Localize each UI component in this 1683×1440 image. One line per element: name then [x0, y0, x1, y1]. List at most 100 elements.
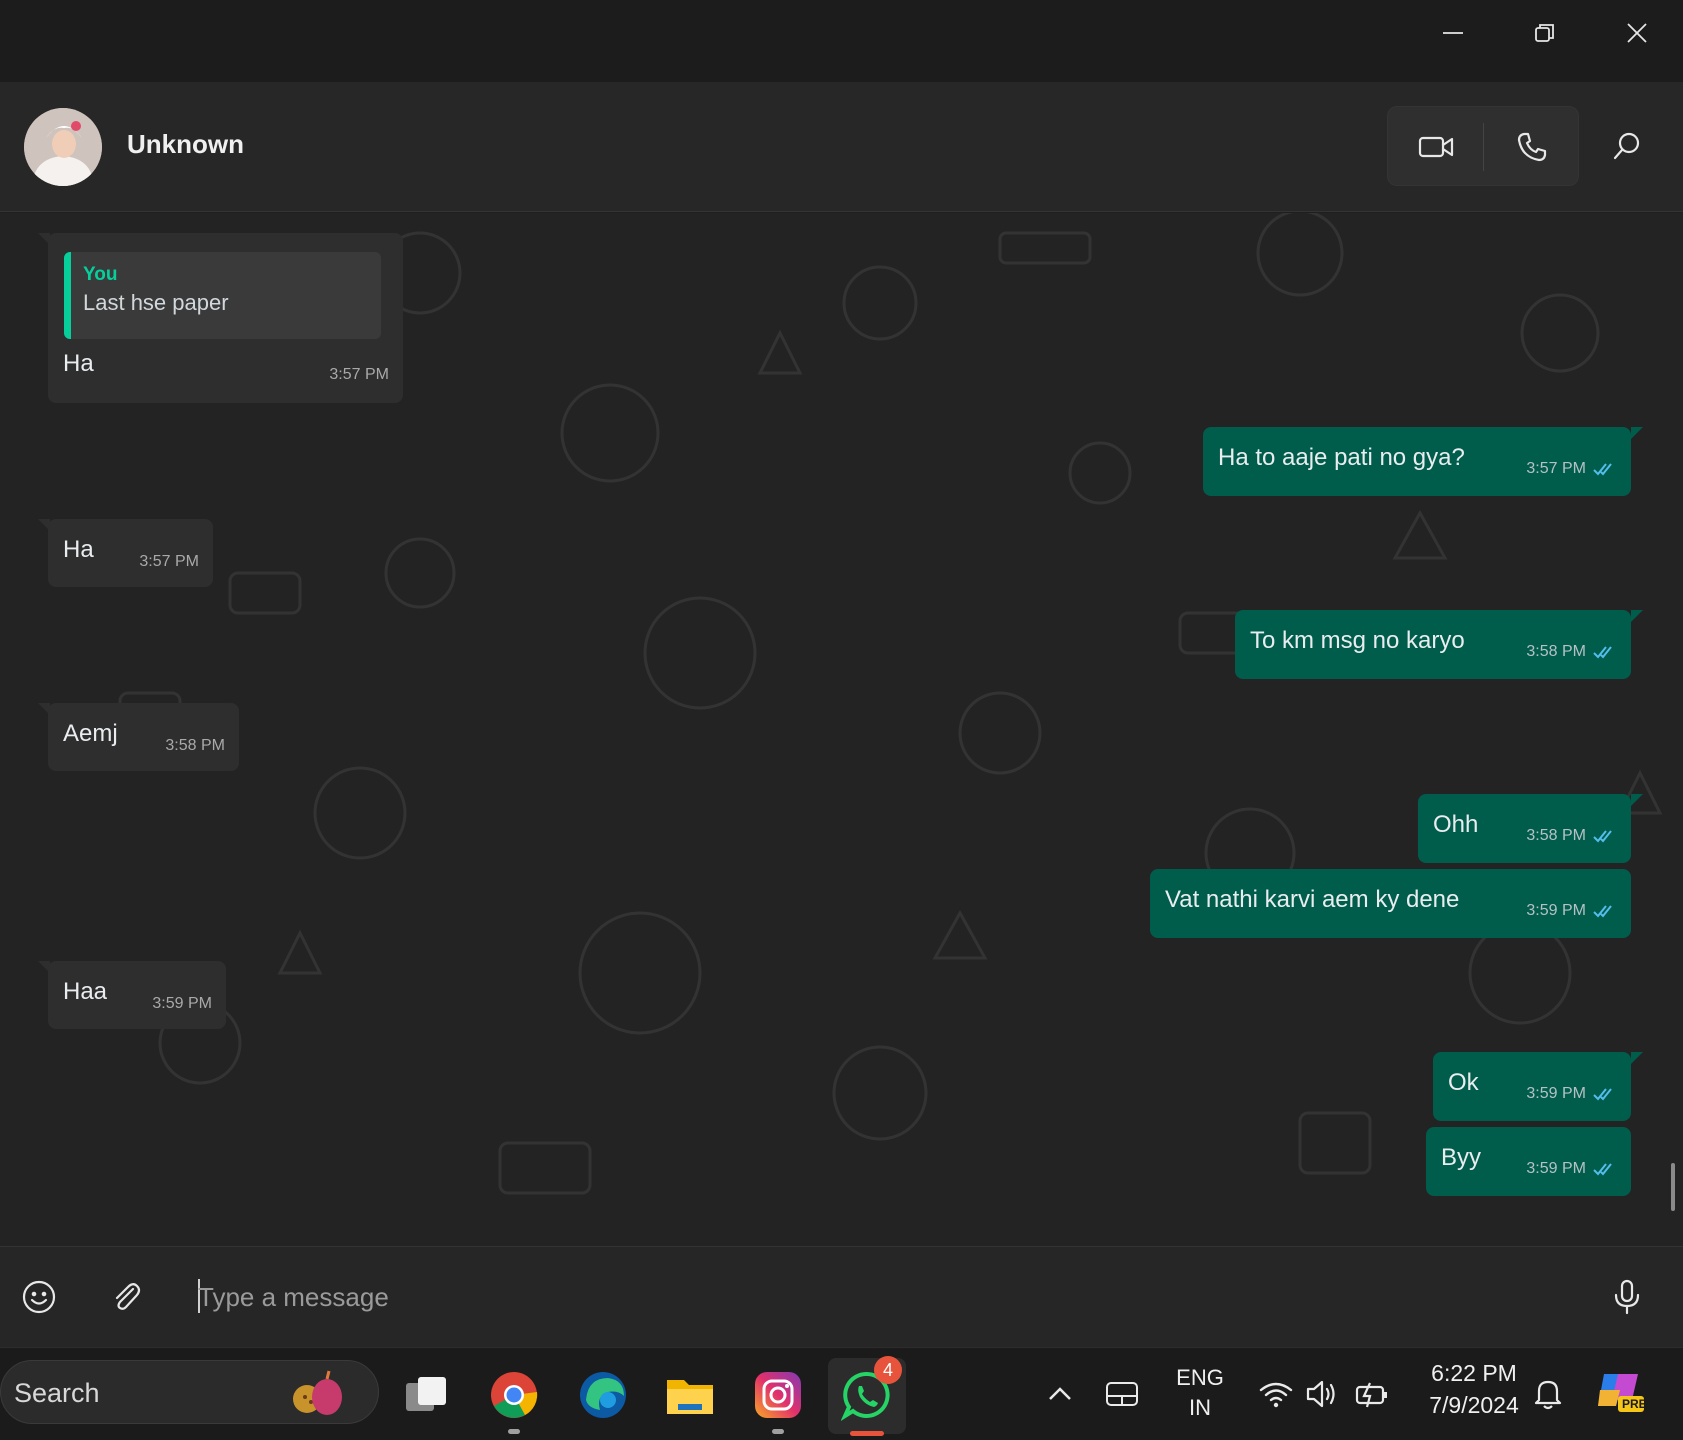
chevron-up-icon — [1049, 1387, 1071, 1400]
running-indicator — [772, 1429, 784, 1434]
taskbar-edge[interactable] — [570, 1362, 636, 1428]
running-indicator — [508, 1429, 520, 1434]
read-ticks-icon — [1593, 1163, 1612, 1176]
read-ticks-icon — [1593, 646, 1612, 659]
taskbar-file-explorer[interactable] — [657, 1362, 723, 1428]
chat-search-button[interactable] — [1587, 106, 1667, 186]
message-time: 3:59 PM — [1526, 1085, 1586, 1102]
battery-status[interactable] — [1352, 1374, 1392, 1414]
message-outgoing[interactable]: To km msg no karyo 3:58 PM — [1235, 610, 1643, 679]
message-time: 3:59 PM — [1526, 902, 1586, 919]
show-hidden-icons-button[interactable] — [1042, 1376, 1078, 1412]
message-incoming[interactable]: Haa 3:59 PM — [38, 961, 226, 1029]
message-list[interactable]: You Last hse paper Ha 3:57 PM Ha to aaje… — [0, 213, 1683, 1246]
clock-date: 7/9/2024 — [1429, 1392, 1519, 1418]
video-call-button[interactable] — [1388, 107, 1484, 187]
close-button[interactable] — [1591, 0, 1683, 66]
message-input[interactable] — [198, 1269, 1578, 1325]
bell-icon — [1534, 1380, 1562, 1410]
quoted-message[interactable]: You Last hse paper — [64, 252, 381, 339]
bubble-tail — [1631, 427, 1643, 439]
minimize-icon — [1443, 32, 1463, 34]
clock[interactable]: 6:22 PM 7/9/2024 — [1418, 1360, 1530, 1419]
task-view-icon — [406, 1377, 446, 1411]
copilot-button[interactable]: PRE — [1592, 1364, 1648, 1420]
voice-call-button[interactable] — [1484, 107, 1580, 187]
battery-charging-icon — [1355, 1382, 1387, 1408]
restore-button[interactable] — [1499, 0, 1591, 66]
message-text: To km msg no karyo — [1250, 627, 1465, 654]
message-time: 3:57 PM — [329, 366, 389, 383]
message-outgoing[interactable]: Ohh 3:58 PM — [1418, 794, 1643, 863]
volume-icon — [1306, 1380, 1335, 1408]
contact-name[interactable]: Unknown — [127, 129, 244, 160]
keyboard-icon — [1106, 1382, 1138, 1406]
message-time: 3:59 PM — [152, 995, 212, 1012]
quote-bar — [64, 252, 71, 339]
clock-time: 6:22 PM — [1431, 1360, 1517, 1386]
chat-header: Unknown — [0, 82, 1683, 212]
wifi-icon — [1259, 1382, 1293, 1408]
search-highlight-icon — [293, 1370, 342, 1415]
title-bar — [0, 0, 1683, 82]
message-incoming[interactable]: Ha 3:57 PM — [38, 519, 213, 587]
task-view-button[interactable] — [394, 1362, 460, 1428]
touch-keyboard-button[interactable] — [1102, 1376, 1142, 1412]
message-outgoing[interactable]: Vat nathi karvi aem ky dene 3:59 PM — [1150, 869, 1631, 938]
taskbar-instagram[interactable] — [745, 1362, 811, 1434]
notifications-button[interactable] — [1528, 1374, 1568, 1414]
language-indicator[interactable]: ENG IN — [1170, 1365, 1230, 1421]
video-camera-icon — [1418, 136, 1454, 158]
call-button-group — [1387, 106, 1579, 186]
quote-author: You — [83, 264, 118, 285]
message-time: 3:58 PM — [1526, 643, 1586, 660]
restore-icon — [1535, 24, 1554, 42]
notification-badge: 4 — [874, 1356, 902, 1384]
chrome-icon — [491, 1372, 538, 1418]
scrollbar-thumb[interactable] — [1671, 1163, 1675, 1211]
read-ticks-icon — [1593, 1088, 1612, 1101]
edge-icon — [580, 1372, 626, 1418]
bubble-tail — [1631, 610, 1643, 622]
message-text: Vat nathi karvi aem ky dene — [1165, 886, 1460, 913]
wifi-status[interactable] — [1256, 1374, 1296, 1414]
message-text: Haa — [63, 978, 108, 1005]
message-outgoing[interactable]: Ok 3:59 PM — [1433, 1052, 1643, 1121]
instagram-icon — [755, 1372, 801, 1418]
avatar[interactable] — [24, 108, 102, 186]
active-indicator — [850, 1431, 884, 1436]
taskbar-search-label: Search — [14, 1378, 100, 1408]
read-ticks-icon — [1593, 830, 1612, 843]
taskbar-search[interactable]: Search — [0, 1360, 379, 1424]
taskbar: Search 4 ENG IN 6:22 PM 7/9/2024 PRE — [0, 1347, 1683, 1440]
message-text: Ha to aaje pati no gya? — [1218, 444, 1465, 471]
quote-text: Last hse paper — [83, 290, 229, 315]
copilot-badge-label: PRE — [1622, 1397, 1647, 1411]
message-outgoing[interactable]: Ha to aaje pati no gya? 3:57 PM — [1203, 427, 1643, 496]
voice-message-button[interactable] — [1603, 1273, 1651, 1321]
emoji-icon — [22, 1280, 56, 1314]
bubble-tail — [1631, 794, 1643, 806]
message-text: Byy — [1441, 1144, 1482, 1171]
message-text: Ok — [1448, 1069, 1479, 1096]
language-region: IN — [1189, 1395, 1211, 1420]
bubble-tail — [38, 519, 50, 531]
minimize-button[interactable] — [1407, 0, 1499, 66]
message-time: 3:59 PM — [1526, 1160, 1586, 1177]
message-text: Ohh — [1433, 811, 1479, 838]
taskbar-whatsapp[interactable]: 4 — [828, 1356, 906, 1436]
message-incoming[interactable]: You Last hse paper Ha 3:57 PM — [38, 233, 403, 403]
read-ticks-icon — [1593, 463, 1612, 476]
volume-status[interactable] — [1303, 1374, 1343, 1414]
folder-icon — [667, 1380, 713, 1414]
message-incoming[interactable]: Aemj 3:58 PM — [38, 703, 239, 771]
bubble-tail — [38, 961, 50, 973]
attach-button[interactable] — [102, 1273, 150, 1321]
message-outgoing[interactable]: Byy 3:59 PM — [1426, 1127, 1631, 1196]
taskbar-chrome[interactable] — [481, 1362, 547, 1434]
microphone-icon — [1614, 1279, 1640, 1315]
bubble-tail — [38, 233, 50, 245]
bubble-tail — [1631, 1052, 1643, 1064]
emoji-button[interactable] — [15, 1273, 63, 1321]
message-text: Ha — [63, 536, 94, 563]
